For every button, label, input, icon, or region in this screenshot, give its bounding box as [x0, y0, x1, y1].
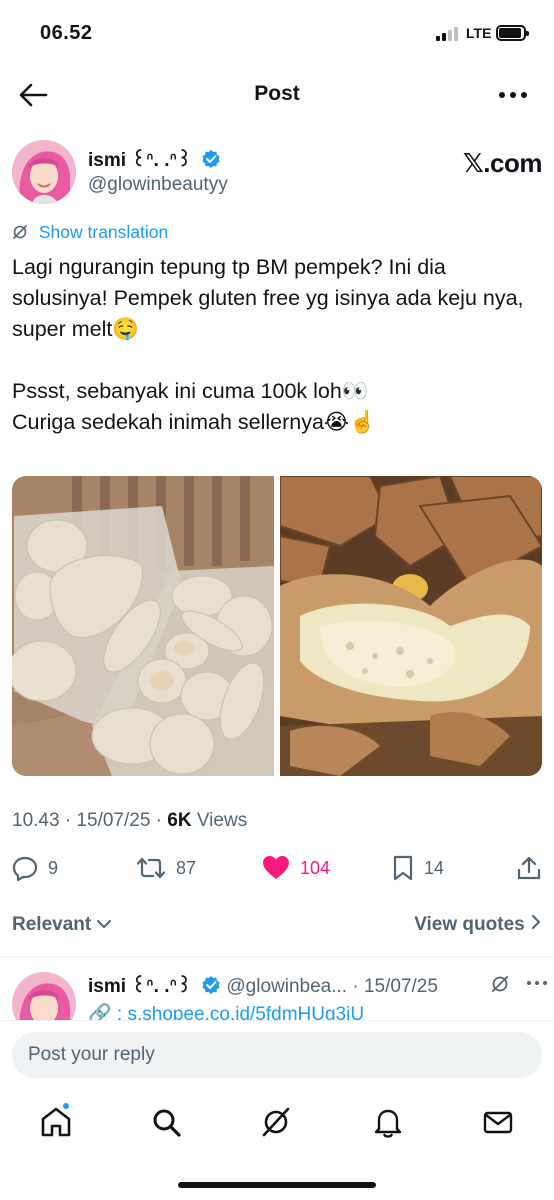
view-quotes-link[interactable]: View quotes	[414, 914, 542, 936]
repost-count: 87	[176, 857, 197, 878]
divider	[0, 956, 554, 957]
verified-badge-icon	[202, 150, 220, 168]
media-image-pempek-box[interactable]	[12, 476, 274, 776]
bookmark-count: 14	[424, 857, 445, 878]
bookmark-icon	[393, 855, 413, 881]
reply-link[interactable]: 🔗 : s.shopee.co.id/5fdmHUg3iU	[88, 1002, 364, 1020]
post-author: ismi ꒰ᐢ. .ᐢ꒱ @glowinbeautyy 𝕏.com	[12, 138, 543, 208]
sort-dropdown[interactable]: Relevant	[12, 914, 112, 936]
post-media[interactable]	[12, 476, 542, 776]
like-count: 104	[300, 857, 331, 878]
reply-author-name[interactable]: ismi ꒰ᐢ. .ᐢ꒱	[88, 976, 192, 997]
post-actions: 9 87 104 14	[12, 850, 542, 886]
battery-icon	[496, 25, 529, 41]
author-name[interactable]: ismi ꒰ᐢ. .ᐢ꒱	[88, 146, 221, 172]
post-meta: 10.43 · 15/07/25 · 6K Views	[12, 810, 247, 832]
tab-search[interactable]	[148, 1104, 184, 1140]
repost-icon	[136, 857, 166, 879]
repost-button[interactable]: 87	[136, 850, 196, 886]
reply-more-button[interactable]	[526, 976, 548, 995]
reply-item[interactable]: ismi ꒰ᐢ. .ᐢ꒱ @glowinbea... · 15/07/25 🔗 …	[12, 964, 554, 1020]
bottom-tab-bar	[0, 1096, 554, 1148]
grok-icon	[262, 1107, 290, 1137]
heart-filled-icon	[263, 856, 289, 879]
grok-icon	[13, 225, 27, 239]
avatar[interactable]	[12, 972, 76, 1020]
share-icon	[517, 856, 541, 880]
signal-icon	[436, 27, 462, 41]
grok-button[interactable]	[490, 974, 510, 999]
tab-notifications[interactable]	[370, 1104, 406, 1140]
views-label: Views	[191, 810, 248, 831]
divider	[0, 1020, 554, 1021]
network-label: LTE	[466, 25, 492, 41]
bookmark-button[interactable]: 14	[392, 850, 444, 886]
sort-label: Relevant	[12, 914, 92, 935]
status-time: 06.52	[40, 22, 93, 44]
avatar[interactable]	[12, 140, 76, 204]
media-image-pempek-cheese[interactable]	[279, 476, 542, 776]
more-horizontal-icon	[499, 92, 527, 98]
views-count[interactable]: 6K	[167, 810, 191, 831]
site-label: 𝕏.com	[462, 148, 543, 178]
reply-placeholder: Post your reply	[28, 1044, 155, 1065]
chevron-down-icon	[97, 920, 112, 928]
notification-dot	[62, 1102, 70, 1110]
view-quotes-label: View quotes	[414, 914, 525, 935]
chevron-right-icon	[532, 915, 540, 929]
replies-sort-bar: Relevant View quotes	[12, 910, 542, 940]
tab-grok[interactable]	[258, 1104, 294, 1140]
home-icon	[41, 1107, 71, 1137]
reply-button[interactable]: 9	[12, 850, 58, 886]
page-title: Post	[254, 82, 300, 105]
reply-header: ismi ꒰ᐢ. .ᐢ꒱ @glowinbea... · 15/07/25	[88, 972, 438, 998]
notifications-icon	[374, 1109, 402, 1138]
search-icon	[153, 1109, 181, 1137]
reply-icon	[12, 856, 38, 881]
post-timestamp: 10.43 · 15/07/25 ·	[12, 810, 168, 831]
author-name-text: ismi ꒰ᐢ. .ᐢ꒱	[88, 150, 192, 171]
status-bar: 06.52 LTE	[0, 0, 554, 66]
more-horizontal-icon	[527, 981, 547, 985]
tab-messages[interactable]	[480, 1104, 516, 1140]
show-translation-label: Show translation	[38, 222, 169, 242]
tab-home[interactable]	[38, 1102, 74, 1140]
reply-handle-date: @glowinbea... · 15/07/25	[226, 976, 438, 997]
share-button[interactable]	[516, 850, 552, 886]
top-nav: Post	[0, 70, 554, 120]
more-button[interactable]	[496, 84, 530, 106]
home-indicator	[178, 1182, 376, 1188]
show-translation-link[interactable]: Show translation	[12, 222, 168, 244]
author-handle[interactable]: @glowinbeautyy	[88, 174, 228, 196]
post-text: Lagi ngurangin tepung tp BM pempek? Ini …	[12, 255, 524, 434]
like-button[interactable]: 104	[262, 850, 330, 886]
verified-badge-icon	[202, 976, 220, 994]
reply-count: 9	[48, 857, 59, 878]
grok-icon	[492, 976, 508, 992]
messages-icon	[483, 1111, 513, 1134]
reply-composer[interactable]: Post your reply	[12, 1032, 542, 1078]
